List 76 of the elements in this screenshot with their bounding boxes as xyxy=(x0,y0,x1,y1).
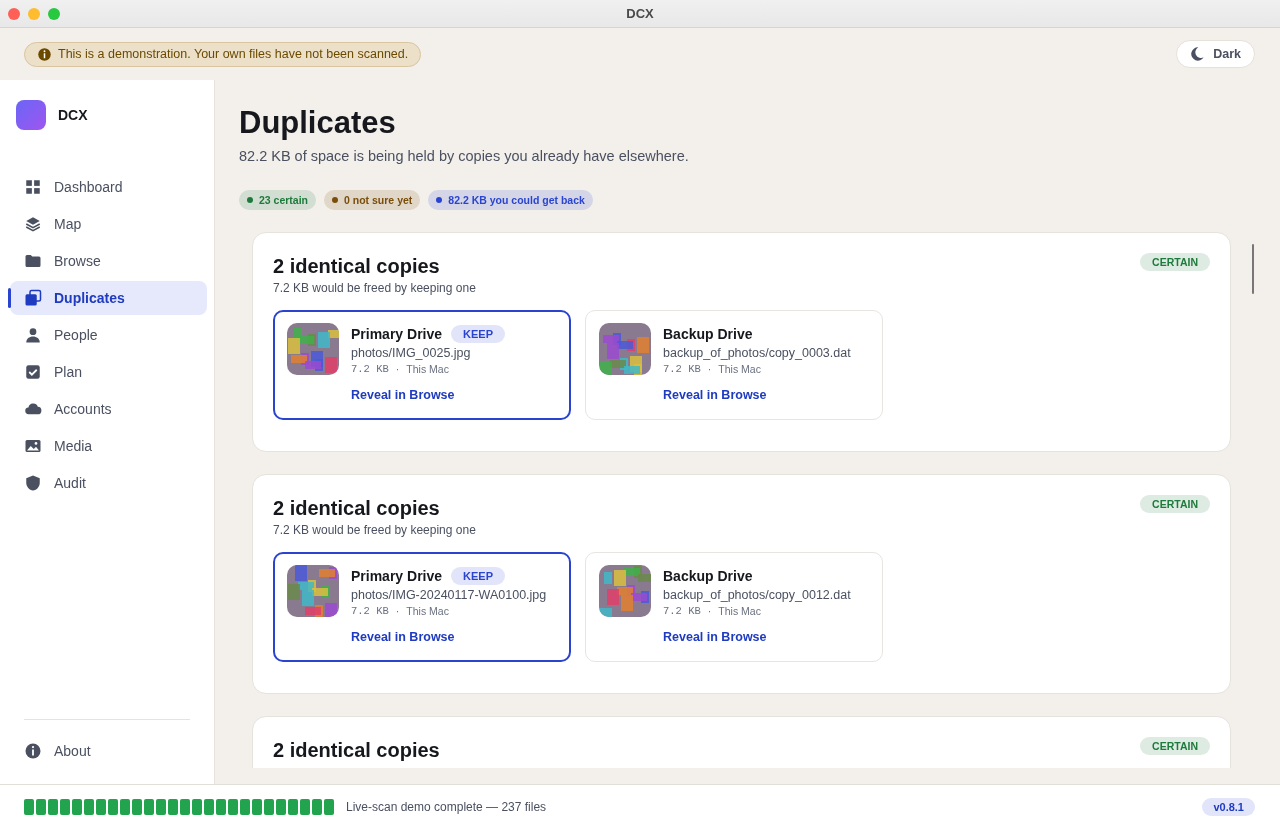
sidebar-item[interactable]: Map xyxy=(10,207,207,241)
layers-icon xyxy=(24,215,42,233)
info-icon xyxy=(37,46,52,62)
version-badge: v0.8.1 xyxy=(1202,797,1255,816)
keep-badge: KEEP xyxy=(451,567,506,585)
certainty-badge: CERTAIN xyxy=(1140,253,1210,271)
file-location: This Mac xyxy=(718,605,761,617)
group-subtitle: 7.2 KB would be freed by keeping one xyxy=(273,523,476,537)
drive-name: Backup Drive xyxy=(663,326,753,342)
keep-badge: KEEP xyxy=(451,325,506,343)
folder-icon xyxy=(24,252,42,270)
shield-icon xyxy=(24,474,42,492)
checkbox-icon xyxy=(24,363,42,381)
file-size: 7.2 KB xyxy=(663,363,701,375)
theme-toggle-button[interactable]: Dark xyxy=(1176,40,1255,68)
sidebar-item[interactable]: About xyxy=(10,734,207,768)
separator: · xyxy=(707,363,712,375)
reveal-link[interactable]: Reveal in Browse xyxy=(663,388,767,402)
drive-name: Primary Drive xyxy=(351,326,443,342)
file-copy-card[interactable]: Backup Drive backup_of_photos/copy_0012.dat 7.2 KB · This Mac Reveal in Browse xyxy=(585,552,883,662)
file-location: This Mac xyxy=(406,363,449,375)
sidebar-item[interactable]: Plan xyxy=(10,355,207,389)
file-path: backup_of_photos/copy_0003.dat xyxy=(663,346,851,360)
summary-chip: 23 certain xyxy=(239,190,317,210)
sidebar-item[interactable]: Duplicates xyxy=(10,281,207,315)
group-title: 2 identical copies xyxy=(273,497,441,520)
sidebar-item[interactable]: Audit xyxy=(10,466,207,500)
app-logo xyxy=(16,100,46,130)
reveal-link[interactable]: Reveal in Browse xyxy=(351,388,455,402)
file-location: This Mac xyxy=(718,363,761,375)
drive-name: Primary Drive xyxy=(351,568,443,584)
file-copy-card[interactable]: Backup Drive backup_of_photos/copy_0003.dat 7.2 KB · This Mac Reveal in Browse xyxy=(585,310,883,420)
certainty-badge: CERTAIN xyxy=(1140,737,1210,755)
sidebar-item[interactable]: Browse xyxy=(10,244,207,278)
page-subtitle: 82.2 KB of space is being held by copies you already have elsewhere. xyxy=(239,148,689,164)
file-copy-card[interactable]: Primary Drive KEEP photos/IMG_0025.jpg 7.2 KB · This Mac Reveal in Browse xyxy=(273,310,571,420)
separator: · xyxy=(395,363,400,375)
zoom-button[interactable] xyxy=(48,7,60,20)
file-copy-card[interactable]: Primary Drive KEEP photos/IMG-20240117-WA0100.jpg 7.2 KB · This Mac Reveal in Browse xyxy=(273,552,571,662)
window-title: DCX xyxy=(626,6,654,21)
sidebar-item[interactable]: Media xyxy=(10,429,207,463)
reveal-link[interactable]: Reveal in Browse xyxy=(663,630,767,644)
group-title: 2 identical copies xyxy=(273,739,440,762)
app-name: DCX xyxy=(58,107,88,123)
demo-notice: This is a demonstration. Your own files have not been scanned. xyxy=(24,41,422,67)
sidebar-item[interactable]: Dashboard xyxy=(10,170,207,204)
status-text: Live-scan demo complete — 237 files xyxy=(346,799,548,814)
file-size: 7.2 KB xyxy=(351,605,389,617)
grid-icon xyxy=(24,178,42,196)
drive-name: Backup Drive xyxy=(663,568,753,584)
scrollbar-thumb[interactable] xyxy=(1252,244,1254,294)
copies-icon xyxy=(24,289,42,307)
close-button[interactable] xyxy=(8,7,20,20)
sidebar-item[interactable]: Accounts xyxy=(10,392,207,426)
summary-chip: 82.2 KB you could get back xyxy=(428,190,593,210)
file-location: This Mac xyxy=(406,605,449,617)
separator: · xyxy=(395,605,400,617)
separator: · xyxy=(707,605,712,617)
active-indicator xyxy=(8,288,11,308)
summary-chip: 0 not sure yet xyxy=(324,190,421,210)
page-title: Duplicates xyxy=(239,104,397,142)
group-subtitle: 7.2 KB would be freed by keeping one xyxy=(273,281,476,295)
file-path: photos/IMG_0025.jpg xyxy=(351,346,472,360)
file-path: backup_of_photos/copy_0012.dat xyxy=(663,588,851,602)
reveal-link[interactable]: Reveal in Browse xyxy=(351,630,455,644)
info-icon xyxy=(24,742,42,760)
image-icon xyxy=(24,437,42,455)
file-size: 7.2 KB xyxy=(663,605,701,617)
file-path: photos/IMG-20240117-WA0100.jpg xyxy=(351,588,547,602)
sidebar-item[interactable]: People xyxy=(10,318,207,352)
minimize-button[interactable] xyxy=(28,7,40,20)
person-icon xyxy=(24,326,42,344)
moon-icon xyxy=(1189,46,1206,62)
group-title: 2 identical copies xyxy=(273,255,441,278)
file-size: 7.2 KB xyxy=(351,363,389,375)
certainty-badge: CERTAIN xyxy=(1140,495,1210,513)
